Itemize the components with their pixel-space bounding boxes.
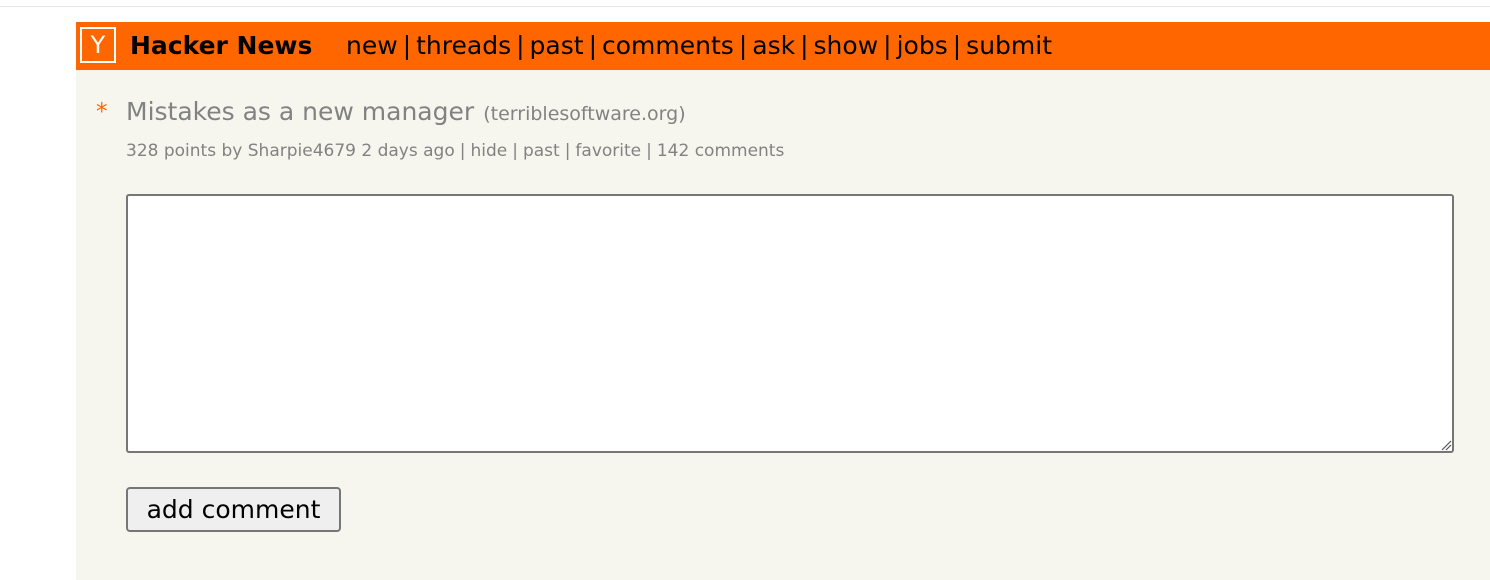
nav-separator: | xyxy=(516,31,525,60)
y-logo-icon[interactable]: Y xyxy=(80,27,116,63)
past-link[interactable]: past xyxy=(523,141,560,161)
top-nav: new | threads | past | comments | ask | show | jobs |… xyxy=(346,31,1052,61)
story-title-row: Mistakes as a new manager (terriblesoftw… xyxy=(126,97,686,126)
story-age-link[interactable]: 2 days ago xyxy=(361,141,454,161)
hide-link[interactable]: hide xyxy=(470,141,507,161)
nav-separator: | xyxy=(402,31,412,60)
comment-textarea[interactable] xyxy=(126,194,1454,453)
nav-comments-link[interactable]: comments xyxy=(602,31,734,60)
nav-separator: | xyxy=(883,31,892,60)
story-user-link[interactable]: Sharpie4679 xyxy=(248,141,356,161)
nav-separator: | xyxy=(800,31,809,60)
by-label: by xyxy=(221,141,243,161)
nav-ask-link[interactable]: ask xyxy=(752,31,795,60)
subtext-separator: | xyxy=(512,141,518,161)
story-subtext: 328 points by Sharpie4679 2 days ago | hid… xyxy=(126,141,784,161)
nav-submit-link[interactable]: submit xyxy=(966,31,1052,60)
resize-grip-icon[interactable] xyxy=(1440,439,1452,451)
nav-jobs-link[interactable]: jobs xyxy=(897,31,948,60)
story-title-link[interactable]: Mistakes as a new manager xyxy=(126,97,474,126)
subtext-separator: | xyxy=(459,141,466,161)
nav-separator: | xyxy=(588,31,598,60)
add-comment-button[interactable]: add comment xyxy=(126,487,341,532)
top-divider xyxy=(0,6,1490,7)
nav-separator: | xyxy=(952,31,962,60)
nav-past-link[interactable]: past xyxy=(530,31,584,60)
page-container: Y Hacker News new | threads | past | comments |… xyxy=(76,22,1490,580)
comments-link[interactable]: 142 comments xyxy=(657,141,784,161)
story-points: 328 points xyxy=(126,141,217,161)
header-bar: Y Hacker News new | threads | past | comments |… xyxy=(76,22,1490,70)
site-name-link[interactable]: Hacker News xyxy=(130,31,312,61)
subtext-separator: | xyxy=(564,141,571,161)
favorite-link[interactable]: favorite xyxy=(575,141,641,161)
nav-show-link[interactable]: show xyxy=(814,31,879,60)
story-site-link[interactable]: (terriblesoftware.org) xyxy=(483,103,685,125)
nav-separator: | xyxy=(738,31,748,60)
nav-new-link[interactable]: new xyxy=(346,31,398,60)
story-marker-icon: * xyxy=(96,99,108,125)
nav-threads-link[interactable]: threads xyxy=(416,31,511,60)
subtext-separator: | xyxy=(646,141,652,161)
